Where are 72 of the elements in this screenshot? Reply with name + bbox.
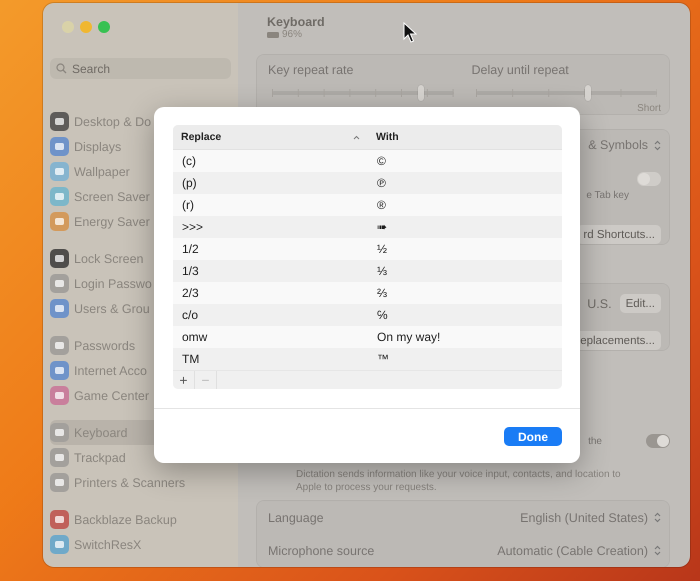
sidebar-item-label: Printers & Scanners (74, 476, 186, 490)
setting-label: Microphone source (268, 544, 374, 558)
sidebar-item-label: Displays (74, 140, 122, 154)
table-cell-text: ⅔ (376, 285, 388, 302)
pointer-cursor-icon (403, 22, 417, 43)
table-cell-text: ® (376, 197, 387, 214)
table-cell-text: © (376, 153, 387, 170)
sidebar-item-label: Energy Saver (74, 214, 150, 228)
table-cell-text: (p) (181, 175, 198, 192)
minimize-button[interactable] (80, 21, 92, 33)
column-header[interactable]: Replace (173, 125, 368, 149)
toggle-switch[interactable] (646, 434, 670, 448)
setting-label: e Tab key (586, 190, 629, 201)
sidebar-item-label: Users & Grou (74, 302, 150, 316)
slider-thumb[interactable] (585, 85, 592, 101)
toggle-switch[interactable] (637, 172, 661, 186)
sidebar-item[interactable]: Trackpad (50, 445, 231, 470)
sidebar-item[interactable]: SwitchResX (50, 532, 231, 557)
sidebar-item-label: Internet Acco (74, 364, 147, 378)
sidebar-item-label: Lock Screen (74, 252, 144, 266)
table-cell-text: ⅓ (376, 263, 388, 280)
table-cell-text: 1/3 (181, 263, 200, 280)
table-cell-text: omw (181, 329, 208, 346)
table-cell-text: c/o (181, 307, 200, 324)
slider-thumb[interactable] (418, 85, 424, 101)
popup-button[interactable]: & Symbols (588, 138, 661, 152)
search-icon (56, 63, 67, 74)
sidebar-item-label: Passwords (74, 338, 136, 352)
popup-button[interactable]: English (United States) (520, 510, 661, 524)
battery-icon (267, 32, 280, 38)
tick-marks-icon (272, 89, 454, 97)
sidebar-item-label: Login Passwo (74, 276, 152, 290)
shortcuts-button[interactable]: rd Shortcuts... (577, 225, 661, 244)
table-cell-text: TM (181, 351, 200, 368)
add-button[interactable]: + (173, 371, 195, 389)
popup-chevron-icon (654, 512, 661, 523)
zoom-button[interactable] (98, 21, 110, 33)
popup-chevron-icon (654, 140, 661, 150)
sidebar-item-label: Desktop & Do (74, 114, 152, 128)
setting-label: Language (268, 510, 324, 524)
sidebar-item-label: Game Center (74, 388, 150, 402)
sidebar-item-label: SwitchResX (74, 538, 142, 552)
table-cell-text: >>> (181, 219, 204, 236)
edit-button[interactable]: Edit... (620, 294, 661, 313)
popup-chevron-icon (654, 545, 661, 556)
sidebar-item[interactable]: Printers & Scanners (50, 470, 231, 495)
sidebar-item-label: Screen Saver (74, 190, 150, 204)
dictation-note: Dictation sends information like your voice input, contacts, and location to Apple to process your requests. (296, 468, 622, 494)
sidebar-item-label: Trackpad (74, 450, 126, 464)
setting-label: Key repeat rate (268, 63, 354, 77)
sidebar-item-label: Wallpaper (74, 164, 130, 178)
column-header[interactable]: With (368, 125, 562, 149)
table-cell-text: ➠ (376, 219, 388, 236)
setting-label: Delay until repeat (472, 63, 570, 77)
table-cell-text: ℗ (376, 175, 387, 192)
table-cell-text: (c) (181, 153, 197, 170)
battery-level: 96% (282, 29, 302, 40)
table-cell-text: 2/3 (181, 285, 200, 302)
sidebar-item-label: Backblaze Backup (74, 512, 177, 526)
popup-button[interactable]: Automatic (Cable Creation) (497, 544, 661, 558)
table-cell-text: (r) (181, 197, 195, 214)
table-cell-text: ½ (376, 241, 388, 258)
remove-button[interactable]: − (195, 371, 217, 389)
table-cell-text: ™ (376, 351, 390, 368)
done-button[interactable]: Done (504, 427, 562, 446)
table-cell-text: ℅ (376, 307, 389, 324)
window-title: Keyboard (267, 15, 326, 29)
table-cell-text: 1/2 (181, 241, 200, 258)
dictation-hint: the (588, 436, 602, 446)
input-source-label: U.S. (587, 296, 612, 310)
table-cell-text: On my way! (376, 329, 442, 346)
sidebar-item[interactable]: Backblaze Backup (50, 507, 231, 532)
